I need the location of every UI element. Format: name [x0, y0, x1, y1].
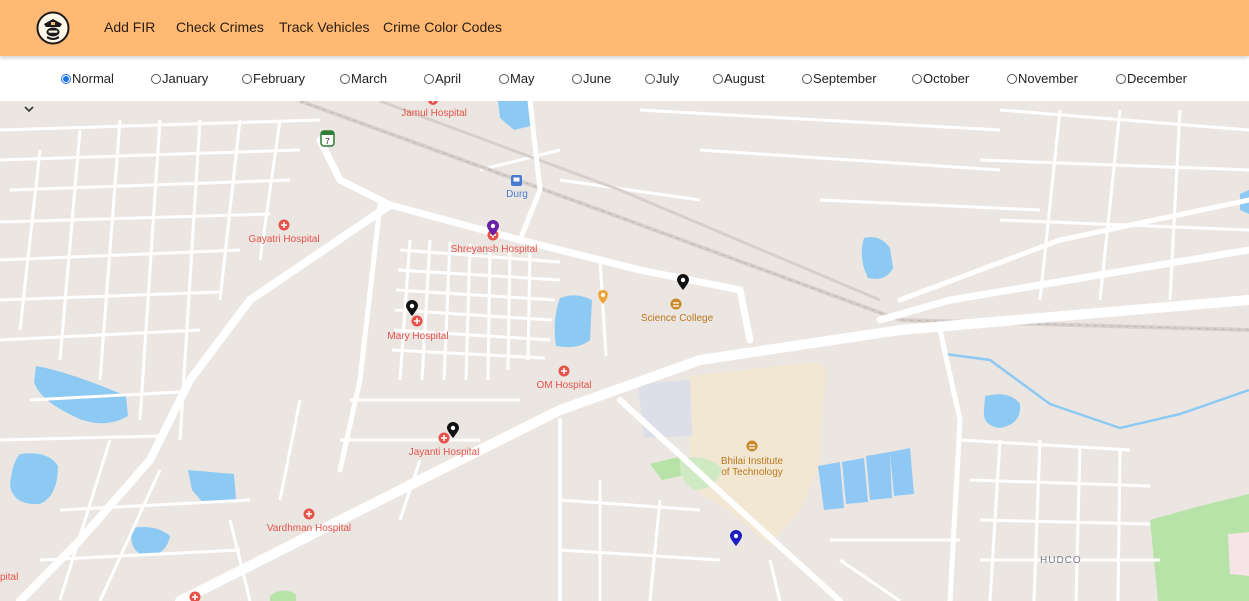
radio-january[interactable]: January: [151, 71, 208, 86]
radio-indicator[interactable]: [912, 73, 922, 84]
radio-label: October: [923, 71, 970, 86]
radio-label: February: [253, 71, 306, 86]
college-icon: [746, 440, 758, 452]
radio-indicator[interactable]: [1007, 73, 1017, 84]
hospital-icon: [558, 365, 570, 377]
building-block: [1228, 532, 1249, 576]
building-block: [638, 380, 692, 438]
radio-label: December: [1127, 71, 1187, 86]
shreyansh-hospital-label: Shreyansh Hospital: [451, 244, 538, 255]
bit-label-line1: Bhilai Institute: [721, 456, 784, 467]
mary-hospital-label: Mary Hospital: [387, 331, 448, 342]
radio-indicator[interactable]: [572, 73, 582, 84]
college-icon: [670, 298, 682, 310]
radio-march[interactable]: March: [340, 71, 387, 86]
route-7-icon: 7: [320, 130, 335, 147]
radio-april[interactable]: April: [424, 71, 461, 86]
nav-track-vehicles[interactable]: Track Vehicles: [279, 19, 370, 35]
hospital-icon: [438, 432, 450, 444]
radio-label: August: [724, 71, 765, 86]
crime-map[interactable]: 7 Jamul Hospital Durg Gayatri Hospital S…: [0, 101, 1249, 601]
radio-label: May: [510, 71, 535, 86]
radio-indicator[interactable]: [61, 73, 71, 84]
radio-may[interactable]: May: [499, 71, 535, 86]
radio-indicator[interactable]: [645, 73, 655, 84]
chevron-down-icon[interactable]: [22, 104, 36, 114]
radio-indicator[interactable]: [1116, 73, 1126, 84]
radio-indicator[interactable]: [151, 73, 161, 84]
jamul-hospital-label: Jamul Hospital: [401, 108, 467, 119]
hospital-icon: [411, 315, 423, 327]
route-number: 7: [325, 137, 330, 146]
radio-indicator[interactable]: [424, 73, 434, 84]
radio-october[interactable]: October: [912, 71, 969, 86]
durg-station-label: Durg: [506, 189, 528, 200]
radio-february[interactable]: February: [242, 71, 305, 86]
radio-indicator[interactable]: [499, 73, 509, 84]
vardhman-hospital-label: Vardhman Hospital: [267, 523, 351, 534]
month-filter-bar: Normal January February March April May …: [0, 56, 1249, 101]
radio-label: July: [656, 71, 680, 86]
radio-indicator[interactable]: [713, 73, 723, 84]
radio-june[interactable]: June: [572, 71, 611, 86]
radio-label: November: [1018, 71, 1078, 86]
hospital-icon: [278, 219, 290, 231]
radio-label: March: [351, 71, 388, 86]
hudco-label: HUDCO: [1040, 555, 1082, 566]
jayanti-hospital-label: Jayanti Hospital: [409, 447, 480, 458]
map-canvas[interactable]: 7 Jamul Hospital Durg Gayatri Hospital S…: [0, 101, 1249, 601]
science-college-label: Science College: [641, 313, 714, 324]
top-navbar: Add FIR Check Crimes Track Vehicles Crim…: [0, 0, 1249, 56]
police-logo-icon[interactable]: [36, 11, 70, 45]
radio-normal[interactable]: Normal: [61, 71, 114, 86]
nav-check-crimes[interactable]: Check Crimes: [176, 19, 264, 35]
radio-december[interactable]: December: [1116, 71, 1187, 86]
radio-label: Normal: [72, 71, 114, 86]
radio-september[interactable]: September: [802, 71, 877, 86]
radio-indicator[interactable]: [340, 73, 350, 84]
radio-july[interactable]: July: [645, 71, 679, 86]
bit-label-line2: of Technology: [721, 467, 783, 478]
gayatri-hospital-label: Gayatri Hospital: [248, 234, 319, 245]
hospital-icon: [303, 508, 315, 520]
radio-indicator[interactable]: [802, 73, 812, 84]
nav-add-fir[interactable]: Add FIR: [104, 19, 155, 35]
nav-crime-color-codes[interactable]: Crime Color Codes: [383, 19, 502, 35]
om-hospital-label: OM Hospital: [536, 380, 591, 391]
radio-label: June: [583, 71, 612, 86]
partial-hospital-label: pital: [0, 572, 18, 583]
radio-label: January: [162, 71, 209, 86]
radio-indicator[interactable]: [242, 73, 252, 84]
train-station-icon: [511, 175, 522, 186]
radio-label: September: [813, 71, 877, 86]
radio-november[interactable]: November: [1007, 71, 1078, 86]
map-land: [0, 101, 1249, 601]
radio-label: April: [435, 71, 462, 86]
radio-august[interactable]: August: [713, 71, 764, 86]
